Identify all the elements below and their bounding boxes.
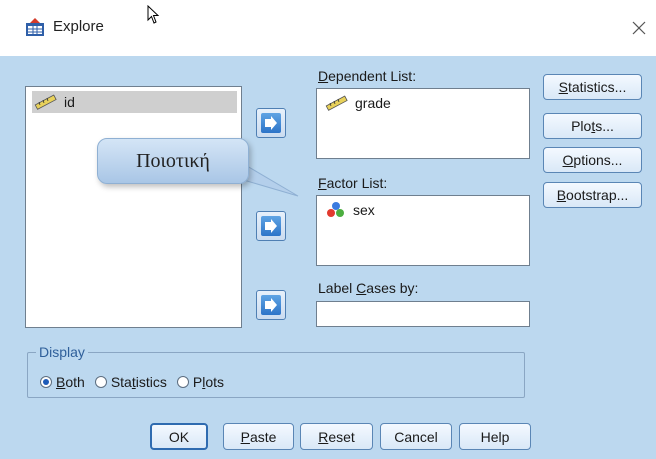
cancel-button[interactable]: Cancel <box>380 423 452 450</box>
arrow-right-icon <box>265 219 277 233</box>
bootstrap-button[interactable]: Bootstrap... <box>543 182 642 208</box>
window-title: Explore <box>53 18 104 35</box>
display-plots-radio[interactable]: Plots <box>176 374 224 390</box>
radio-unselected-icon[interactable] <box>176 376 189 388</box>
display-both-label: Both <box>56 374 85 390</box>
mouse-cursor-icon <box>147 5 160 24</box>
label-cases-field[interactable] <box>316 301 530 327</box>
options-button[interactable]: Options... <box>543 147 642 173</box>
nominal-variable-icon <box>327 202 344 217</box>
annotation-text: Ποιοτική <box>136 150 210 172</box>
statistics-button[interactable]: Statistics... <box>543 74 642 100</box>
dependent-list-label: Dependent List: <box>318 68 417 84</box>
radio-selected-icon[interactable] <box>40 376 52 388</box>
dependent-item-name: grade <box>355 95 391 111</box>
variable-row-id[interactable]: id <box>32 91 237 113</box>
display-statistics-radio[interactable]: Statistics <box>94 374 167 390</box>
move-to-dependent-button[interactable] <box>256 108 286 138</box>
close-icon[interactable] <box>630 19 648 37</box>
move-to-label-cases-button[interactable] <box>256 290 286 320</box>
dependent-item-grade[interactable]: grade <box>323 92 391 114</box>
display-radio-group: Both Statistics Plots <box>40 374 234 390</box>
label-cases-label: Label Cases by: <box>318 280 419 296</box>
radio-unselected-icon[interactable] <box>94 376 107 388</box>
display-plots-label: Plots <box>192 374 224 390</box>
paste-button[interactable]: Paste <box>223 423 294 450</box>
factor-item-name: sex <box>353 202 375 218</box>
help-button[interactable]: Help <box>459 423 531 450</box>
arrow-right-icon <box>265 116 277 130</box>
display-legend: Display <box>36 344 88 360</box>
factor-list-label: Factor List: <box>318 175 388 191</box>
spss-app-icon <box>26 18 44 36</box>
factor-list[interactable]: sex <box>316 195 530 266</box>
scale-ruler-icon <box>34 94 57 110</box>
factor-item-sex[interactable]: sex <box>323 199 375 221</box>
title-bar: Explore <box>0 0 656 56</box>
reset-button[interactable]: Reset <box>300 423 373 450</box>
arrow-right-icon <box>265 298 277 312</box>
ok-button[interactable]: OK <box>150 423 208 450</box>
annotation-callout: Ποιοτική <box>97 138 249 184</box>
source-variable-list[interactable]: id <box>25 86 242 328</box>
dependent-list[interactable]: grade <box>316 88 530 159</box>
scale-ruler-icon <box>325 95 348 111</box>
plots-button[interactable]: Plo t s... <box>543 113 642 139</box>
move-to-factor-button[interactable] <box>256 211 286 241</box>
display-both-radio[interactable]: Both <box>40 374 85 390</box>
variable-name: id <box>64 94 75 110</box>
display-statistics-label: Statistics <box>110 374 167 390</box>
